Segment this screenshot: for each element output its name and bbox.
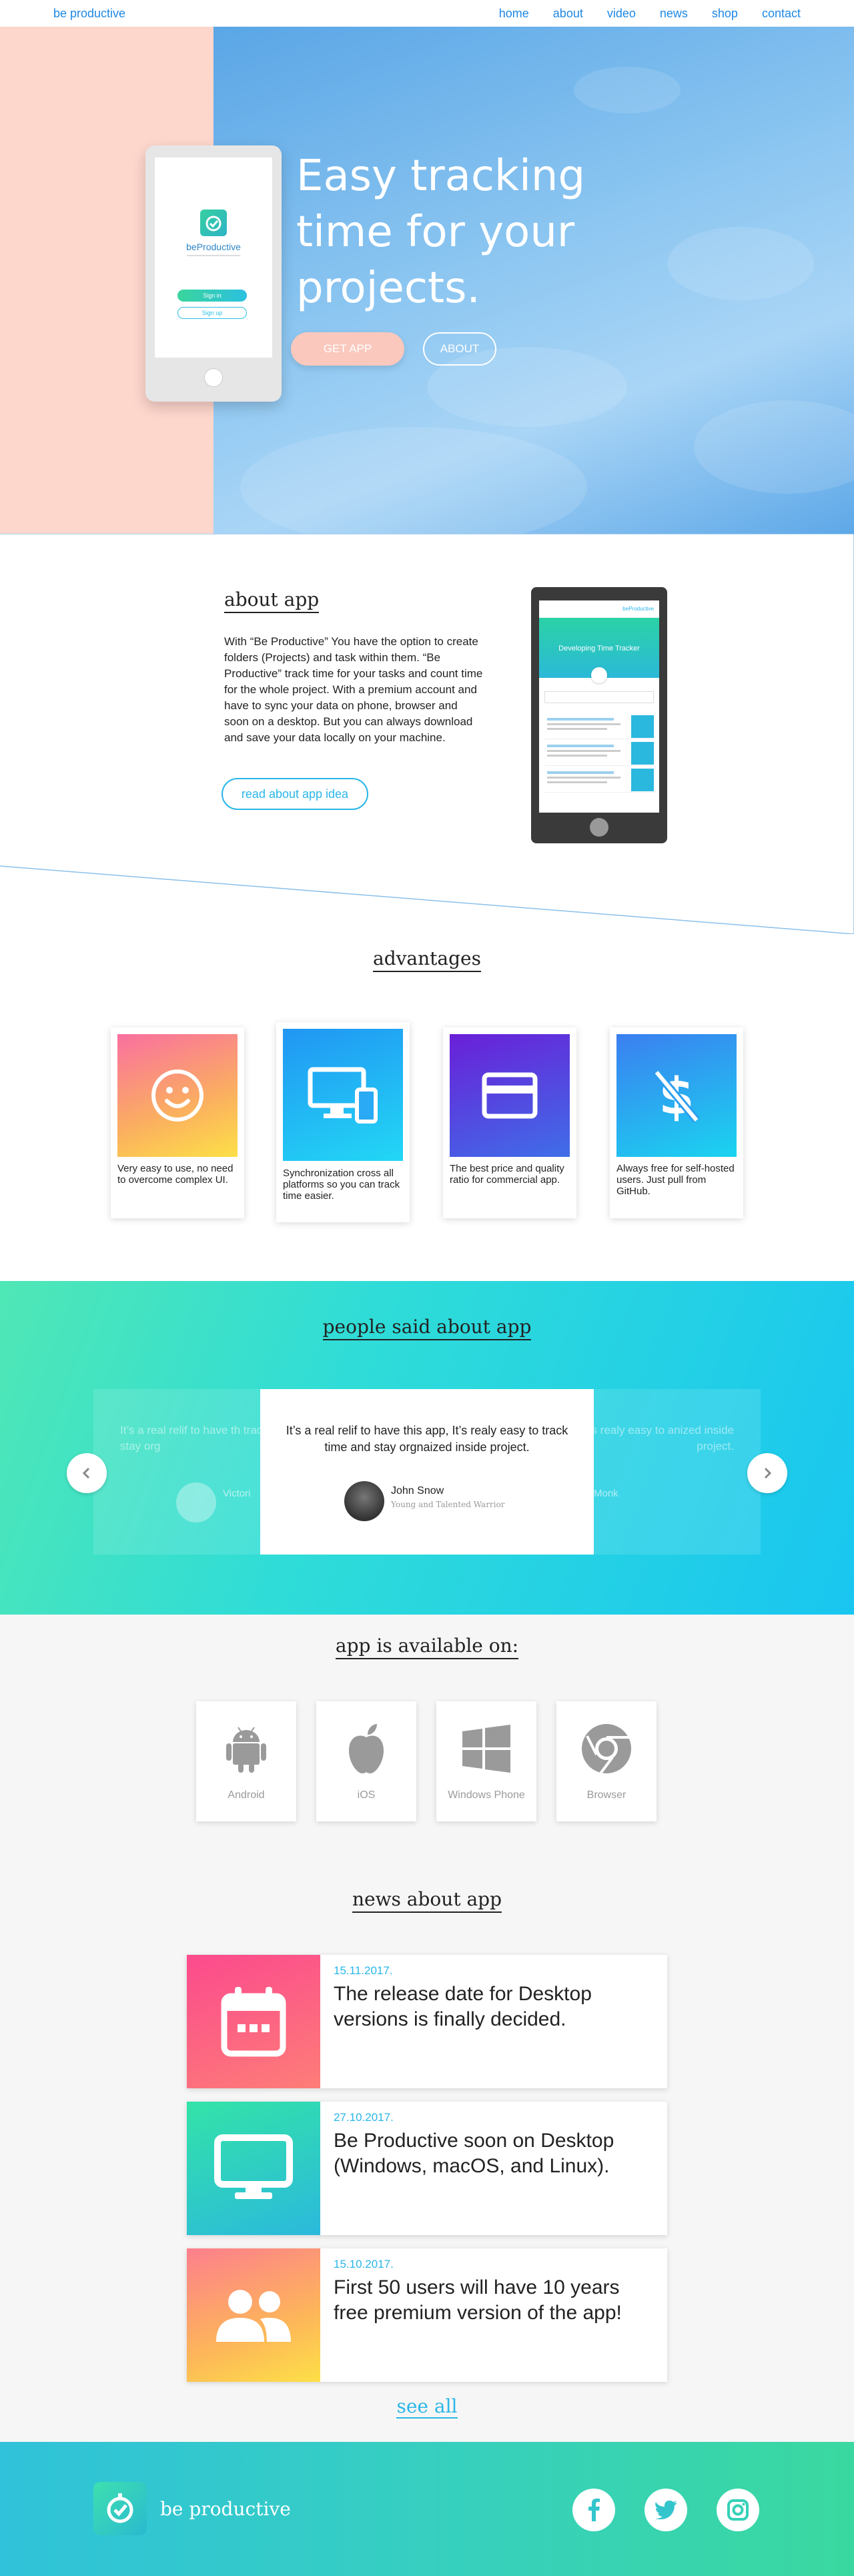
phone-add-icon <box>591 667 607 683</box>
nav-link-shop[interactable]: shop <box>712 7 738 21</box>
news-headline[interactable]: The release date for Desktop versions is… <box>334 1982 654 2032</box>
platform-label: iOS <box>357 1789 376 1801</box>
hero-headline: Easy tracking time for your projects. <box>296 151 586 313</box>
news-date: 15.11.2017. <box>334 1964 393 1977</box>
about-title: about app <box>224 588 320 613</box>
news-title: news about app <box>352 1888 502 1913</box>
about-button[interactable]: ABOUT <box>423 332 496 366</box>
news-headline[interactable]: Be Productive soon on Desktop (Windows, … <box>334 2128 654 2179</box>
phone-app-name: beProductive <box>186 242 241 252</box>
monitor-icon <box>187 2102 320 2235</box>
news-card[interactable]: 15.10.2017. First 50 users will have 10 … <box>187 2248 667 2382</box>
about-body: With “Be Productive” You have the option… <box>224 635 483 744</box>
carousel-next-button[interactable] <box>747 1453 787 1493</box>
advantage-text: Always free for self-hosted users. Just … <box>616 1163 735 1197</box>
nav-link-video[interactable]: video <box>607 7 636 21</box>
footer-logo-icon[interactable] <box>93 2482 147 2535</box>
chrome-icon <box>556 1719 657 1779</box>
advantage-card: The best price and quality ratio for com… <box>443 1027 576 1218</box>
platforms-news-section: app is available on: Android iOS Windows… <box>0 1615 854 2442</box>
news-headline[interactable]: First 50 users will have 10 years free p… <box>334 2275 654 2326</box>
testimonials-title: people said about app <box>322 1316 532 1340</box>
testimonial-name: John Snow <box>391 1485 444 1496</box>
testimonial-name: Victori <box>223 1488 251 1499</box>
hero-section: beProductive Sign in Sign up Easy tracki… <box>0 27 854 534</box>
news-date: 15.10.2017. <box>334 2258 394 2270</box>
avatar <box>176 1482 216 1523</box>
facebook-icon[interactable] <box>572 2489 615 2531</box>
testimonial-quote: It’s a real relif to have this app, It’s… <box>286 1424 568 1454</box>
platform-label: Windows Phone <box>448 1789 525 1801</box>
advantage-card: Very easy to use, no need to overcome co… <box>111 1027 244 1218</box>
advantages-title: advantages <box>373 947 481 972</box>
platform-card-ios[interactable]: iOS <box>316 1701 416 1821</box>
advantage-text: Synchronization cross all platforms so y… <box>283 1168 400 1202</box>
platform-card-windows-phone[interactable]: Windows Phone <box>436 1701 536 1821</box>
advantage-card: Synchronization cross all platforms so y… <box>276 1022 410 1222</box>
about-section: about app With “Be Productive” You have … <box>0 534 854 934</box>
platform-card-android[interactable]: Android <box>196 1701 296 1821</box>
twitter-icon[interactable] <box>645 2489 687 2531</box>
advantage-text: The best price and quality ratio for com… <box>450 1163 564 1186</box>
advantages-section: advantages Very easy to use, no need to … <box>0 934 854 1281</box>
about-phone-home-button <box>590 818 608 837</box>
footer: be productive <box>0 2442 854 2576</box>
testimonial-name: Monk <box>594 1488 618 1499</box>
credit-card-icon <box>450 1034 570 1157</box>
nav-link-home[interactable]: home <box>499 7 529 21</box>
platform-label: Browser <box>586 1789 626 1801</box>
no-money-icon: $ <box>616 1034 737 1157</box>
nav-link-contact[interactable]: contact <box>762 7 801 21</box>
news-card[interactable]: 27.10.2017. Be Productive soon on Deskto… <box>187 2102 667 2235</box>
android-icon <box>196 1719 296 1779</box>
devices-icon <box>283 1029 403 1161</box>
advantage-text: Very easy to use, no need to overcome co… <box>117 1163 234 1186</box>
testimonial-role: Young and Talented Warrior <box>391 1500 505 1509</box>
smile-icon <box>117 1034 238 1157</box>
nav-brand[interactable]: be productive <box>53 7 125 21</box>
read-about-app-button[interactable]: read about app idea <box>222 778 368 810</box>
chevron-left-icon <box>82 1467 90 1479</box>
app-logo-icon <box>200 209 227 236</box>
avatar <box>344 1481 384 1521</box>
phone-home-button <box>204 368 223 387</box>
news-card[interactable]: 15.11.2017. The release date for Desktop… <box>187 1955 667 2088</box>
see-all-link[interactable]: see all <box>396 2395 458 2419</box>
news-date: 27.10.2017. <box>334 2111 394 2124</box>
nav-link-about[interactable]: about <box>553 7 583 21</box>
nav-links: home about video news shop contact <box>499 7 801 21</box>
advantage-card: $ Always free for self-hosted users. Jus… <box>610 1027 743 1218</box>
users-icon <box>187 2248 320 2382</box>
calendar-icon <box>187 1955 320 2088</box>
get-app-button[interactable]: GET APP <box>291 332 404 366</box>
about-phone-mockup: beProductive Developing Time Tracker <box>531 587 667 843</box>
chevron-right-icon <box>764 1467 772 1479</box>
about-phone-screen: beProductive Developing Time Tracker <box>539 600 659 813</box>
about-phone-brand: beProductive <box>539 600 659 618</box>
carousel-prev-button[interactable] <box>67 1453 107 1493</box>
nav-link-news[interactable]: news <box>660 7 688 21</box>
available-title: app is available on: <box>335 1635 519 1659</box>
phone-signin-button: Sign in <box>177 290 247 302</box>
testimonial-slide-current: It’s a real relif to have this app, It’s… <box>260 1389 594 1555</box>
top-nav: be productive home about video news shop… <box>0 0 854 27</box>
footer-brand[interactable]: be productive <box>160 2498 291 2520</box>
platform-label: Android <box>228 1789 265 1801</box>
apple-icon <box>316 1719 416 1779</box>
platform-card-browser[interactable]: Browser <box>556 1701 657 1821</box>
hero-phone-screen: beProductive Sign in Sign up <box>155 157 272 358</box>
phone-signup-button: Sign up <box>177 307 247 319</box>
testimonials-section: people said about app It’s a real relif … <box>0 1281 854 1615</box>
hero-phone-mockup: beProductive Sign in Sign up <box>145 145 282 402</box>
instagram-icon[interactable] <box>717 2489 759 2531</box>
windows-icon <box>436 1719 536 1779</box>
